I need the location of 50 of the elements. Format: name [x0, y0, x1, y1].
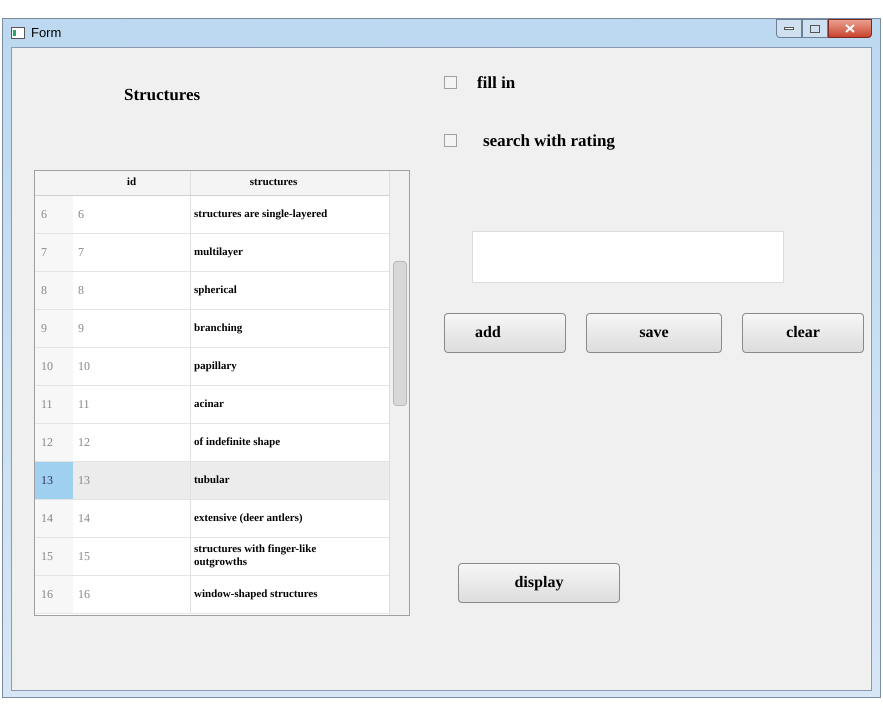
minimize-button[interactable] — [776, 19, 802, 38]
table-cell: 14 — [73, 500, 191, 536]
column-header[interactable]: structures — [191, 170, 356, 194]
window-title: Form — [31, 24, 62, 42]
table-cell-text: structures with finger-like outgrowths — [193, 542, 318, 570]
table-cell-text: acinar — [193, 396, 225, 412]
app-icon — [11, 27, 25, 39]
table-cell-text: spherical — [193, 282, 238, 298]
text-field[interactable] — [472, 231, 784, 283]
close-icon — [845, 24, 855, 33]
table-row[interactable]: 10 10 papillary — [35, 348, 389, 386]
table-cell: 6 — [73, 196, 191, 232]
column-header[interactable]: id — [73, 170, 191, 194]
table-cell: 15 — [73, 538, 191, 574]
table-cell-text: tubular — [193, 472, 230, 488]
table-row[interactable]: 8 8 spherical — [35, 272, 389, 310]
table-cell-text: structures are single-layered — [193, 206, 328, 222]
table-cell-text: extensive (deer antlers) — [193, 510, 304, 526]
close-button[interactable] — [828, 19, 872, 38]
table-cell-text: of indefinite shape — [193, 434, 282, 450]
table-cell: 12 — [73, 424, 191, 460]
table-cell: 16 — [73, 576, 191, 612]
action-button[interactable]: clear — [742, 313, 864, 353]
row-header[interactable]: 13 — [35, 462, 73, 498]
action-button[interactable]: add — [444, 313, 566, 353]
table-row[interactable]: 7 7 multilayer — [35, 234, 389, 272]
scrollbar[interactable] — [389, 170, 409, 614]
table-cell-text: branching — [193, 320, 244, 336]
table-row[interactable]: 15 15 structures with finger-like outgrowths — [35, 538, 389, 576]
table-cell: 11 — [73, 386, 191, 422]
checkbox-option[interactable]: fill in — [444, 70, 871, 96]
table-cell: 9 — [73, 310, 191, 346]
table-row[interactable]: 13 13 tubular — [35, 462, 389, 500]
table-row[interactable]: 16 16 window-shaped structures — [35, 576, 389, 614]
table-cell-text: multilayer — [193, 244, 244, 260]
maximize-button[interactable] — [802, 19, 828, 38]
table-cell: 13 — [73, 462, 191, 498]
table-row[interactable]: 6 6 structures are single-layered — [35, 196, 389, 234]
table-cell: 7 — [73, 234, 191, 270]
table-cell-text: window-shaped structures — [193, 586, 319, 602]
table-row[interactable]: 14 14 extensive (deer antlers) — [35, 500, 389, 538]
checkbox-option[interactable]: search with rating — [444, 128, 871, 153]
table-cell: 8 — [73, 272, 191, 308]
action-button[interactable]: save — [586, 313, 722, 353]
table-row[interactable]: 11 11 acinar — [35, 386, 389, 424]
table-cell: 10 — [73, 348, 191, 384]
display-button[interactable]: display — [458, 563, 620, 603]
table-row[interactable]: 9 9 branching — [35, 310, 389, 348]
table-cell-text: papillary — [193, 358, 238, 374]
structures-label: Structures — [124, 84, 202, 106]
